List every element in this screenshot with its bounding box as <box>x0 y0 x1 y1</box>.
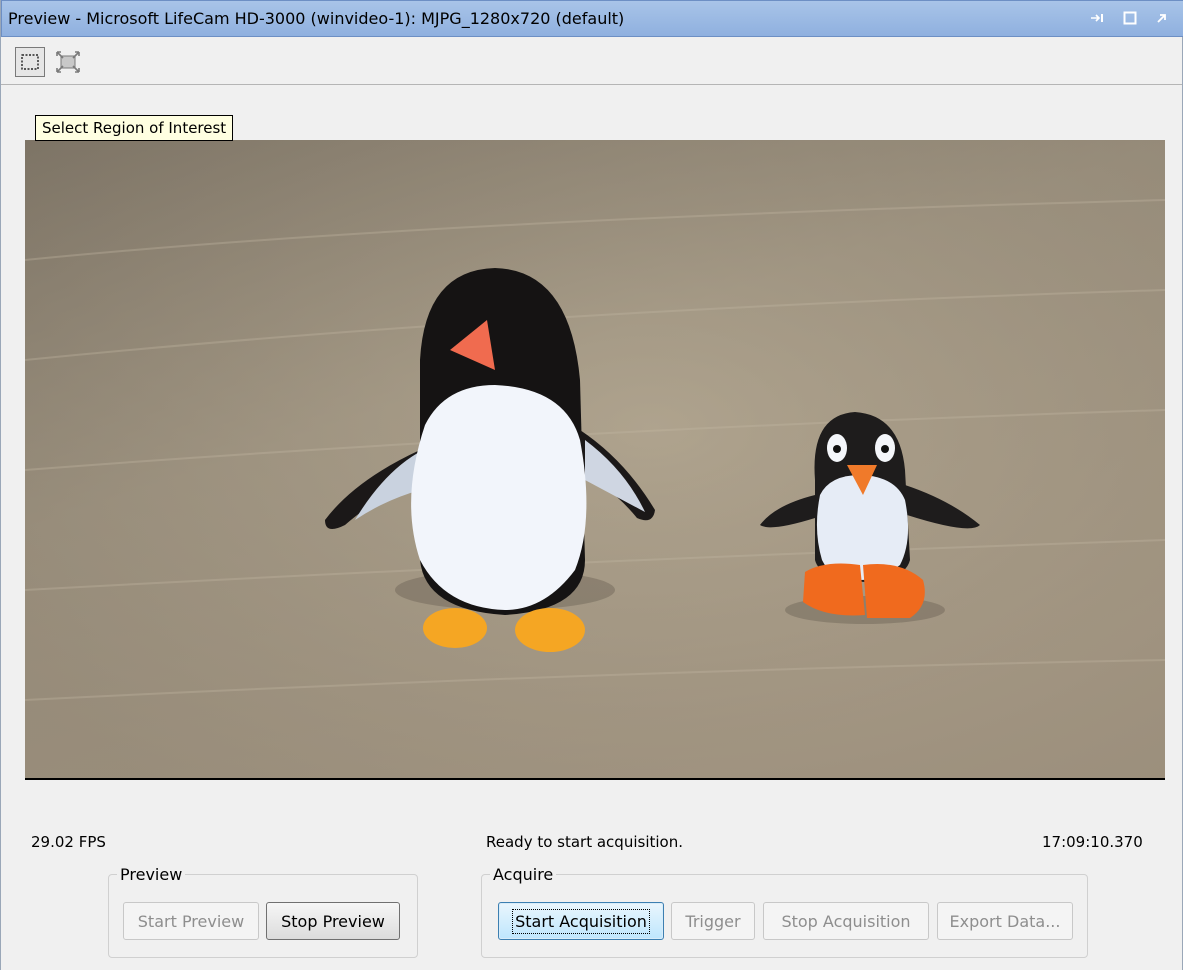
fit-to-window-icon[interactable] <box>53 47 83 77</box>
fps-readout: 29.02 FPS <box>31 833 106 851</box>
trigger-button[interactable]: Trigger <box>671 902 755 940</box>
preview-window: Preview - Microsoft LifeCam HD-3000 (win… <box>0 0 1183 970</box>
stop-preview-button[interactable]: Stop Preview <box>266 902 400 940</box>
start-acquisition-button[interactable]: Start Acquisition <box>498 902 664 940</box>
acquire-group-label: Acquire <box>490 865 557 884</box>
window-title: Preview - Microsoft LifeCam HD-3000 (win… <box>8 9 625 28</box>
preview-group: Preview Start Preview Stop Preview <box>108 865 418 958</box>
window-titlebar[interactable]: Preview - Microsoft LifeCam HD-3000 (win… <box>1 0 1183 37</box>
stop-preview-label: Stop Preview <box>281 911 385 931</box>
start-acquisition-label: Start Acquisition <box>512 908 650 934</box>
status-message: Ready to start acquisition. <box>486 833 683 851</box>
start-preview-label: Start Preview <box>137 911 245 931</box>
toolbar <box>1 37 1182 85</box>
trigger-label: Trigger <box>685 911 741 931</box>
roi-tooltip: Select Region of Interest <box>35 115 234 141</box>
export-data-label: Export Data... <box>949 911 1061 931</box>
select-roi-icon[interactable] <box>15 47 45 77</box>
undock-icon[interactable] <box>1153 9 1171 27</box>
stop-acquisition-label: Stop Acquisition <box>781 911 911 931</box>
stop-acquisition-button[interactable]: Stop Acquisition <box>763 902 929 940</box>
window-controls <box>1089 9 1171 27</box>
pin-icon[interactable] <box>1089 9 1107 27</box>
acquire-group: Acquire Start Acquisition Trigger Stop A… <box>481 865 1088 958</box>
camera-preview-image[interactable] <box>25 140 1165 780</box>
preview-group-label: Preview <box>117 865 186 884</box>
export-data-button[interactable]: Export Data... <box>937 902 1073 940</box>
start-preview-button[interactable]: Start Preview <box>123 902 259 940</box>
timestamp-readout: 17:09:10.370 <box>1042 833 1143 851</box>
maximize-icon[interactable] <box>1121 9 1139 27</box>
